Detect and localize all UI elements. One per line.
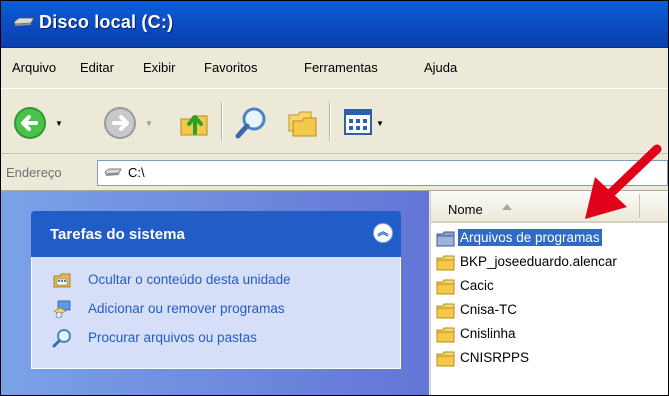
system-tasks-body: Ocultar o conteúdo desta unidade Adicion…	[31, 257, 401, 369]
menu-favoritos[interactable]: Favoritos	[204, 60, 257, 75]
collapse-chevron-icon[interactable]: ︽	[373, 223, 393, 243]
folder-icon	[436, 231, 455, 247]
file-name: CNISRPPS	[460, 350, 530, 365]
task-label: Ocultar o conteúdo desta unidade	[88, 272, 291, 287]
search-icon	[52, 329, 71, 348]
menu-exibir[interactable]: Exibir	[143, 60, 176, 75]
address-bar: Endereço C:\	[1, 154, 668, 191]
toolbar: ▼ ▼ ▼	[1, 89, 668, 154]
menu-bar: Arquivo Editar Exibir Favoritos Ferramen…	[1, 48, 668, 89]
title-bar[interactable]: Disco local (C:)	[1, 1, 668, 48]
file-name: Arquivos de programas	[458, 229, 602, 246]
folder-icon	[436, 279, 455, 295]
address-label: Endereço	[6, 165, 62, 180]
forward-arrow-icon[interactable]	[103, 106, 137, 140]
task-pane: Tarefas do sistema ︽ Ocultar o conteúdo …	[1, 191, 429, 395]
file-name: Cnislinha	[460, 326, 516, 341]
task-label: Adicionar ou remover programas	[88, 301, 285, 316]
window-title: Disco local (C:)	[39, 12, 174, 32]
task-label: Procurar arquivos ou pastas	[88, 330, 257, 345]
folder-icon	[436, 255, 455, 271]
folder-icon	[436, 351, 455, 367]
system-tasks-title: Tarefas do sistema	[50, 226, 185, 243]
toolbar-separator	[221, 101, 222, 141]
folder-icon	[436, 303, 455, 319]
menu-editar[interactable]: Editar	[80, 60, 114, 75]
views-icon[interactable]	[344, 109, 372, 135]
file-name: Cacic	[460, 278, 494, 293]
drive-icon	[104, 168, 122, 176]
red-arrow-annotation-icon	[585, 144, 662, 219]
column-header-label: Nome	[448, 202, 483, 217]
back-arrow-icon[interactable]	[13, 106, 47, 140]
toolbar-separator	[329, 101, 330, 141]
hide-drive-icon	[53, 273, 71, 288]
views-dropdown-icon[interactable]: ▼	[376, 119, 384, 128]
drive-icon	[13, 17, 35, 26]
folder-icon	[436, 327, 455, 343]
address-value: C:\	[128, 165, 145, 180]
sort-ascending-icon	[502, 204, 512, 210]
menu-ferramentas[interactable]: Ferramentas	[304, 60, 378, 75]
folders-icon[interactable]	[285, 107, 319, 139]
menu-ajuda[interactable]: Ajuda	[424, 60, 457, 75]
explorer-window: Disco local (C:) Arquivo Editar Exibir F…	[0, 0, 669, 396]
file-name: BKP_joseeduardo.alencar	[460, 254, 617, 269]
add-remove-programs-icon	[53, 300, 71, 319]
menu-arquivo[interactable]: Arquivo	[12, 60, 56, 75]
system-tasks-header[interactable]: Tarefas do sistema ︽	[31, 211, 401, 257]
back-dropdown-icon[interactable]: ▼	[55, 119, 63, 128]
forward-dropdown-icon[interactable]: ▼	[145, 119, 153, 128]
up-folder-icon[interactable]	[179, 107, 211, 139]
magnifier-icon[interactable]	[234, 106, 268, 140]
file-name: Cnisa-TC	[460, 302, 518, 317]
